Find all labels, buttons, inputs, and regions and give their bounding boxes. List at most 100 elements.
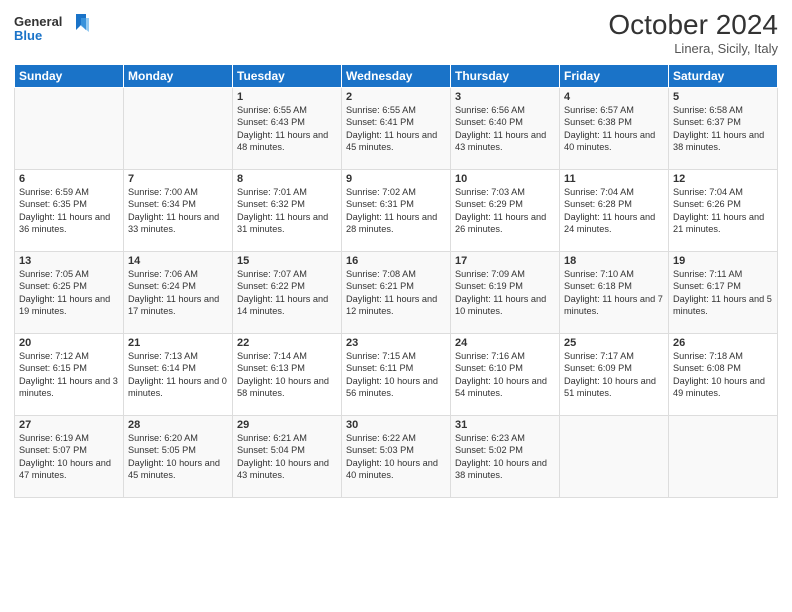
table-row: 30Sunrise: 6:22 AM Sunset: 5:03 PM Dayli… <box>342 415 451 497</box>
col-thursday: Thursday <box>451 64 560 87</box>
table-row: 29Sunrise: 6:21 AM Sunset: 5:04 PM Dayli… <box>233 415 342 497</box>
table-row: 28Sunrise: 6:20 AM Sunset: 5:05 PM Dayli… <box>124 415 233 497</box>
table-row: 9Sunrise: 7:02 AM Sunset: 6:31 PM Daylig… <box>342 169 451 251</box>
col-saturday: Saturday <box>669 64 778 87</box>
day-info: Sunrise: 6:55 AM Sunset: 6:41 PM Dayligh… <box>346 104 446 154</box>
header: General Blue October 2024 Linera, Sicily… <box>14 10 778 56</box>
day-number: 26 <box>673 337 773 349</box>
table-row: 27Sunrise: 6:19 AM Sunset: 5:07 PM Dayli… <box>15 415 124 497</box>
table-row <box>15 87 124 169</box>
day-info: Sunrise: 7:09 AM Sunset: 6:19 PM Dayligh… <box>455 268 555 318</box>
day-info: Sunrise: 7:08 AM Sunset: 6:21 PM Dayligh… <box>346 268 446 318</box>
col-tuesday: Tuesday <box>233 64 342 87</box>
day-number: 27 <box>19 419 119 431</box>
day-info: Sunrise: 7:00 AM Sunset: 6:34 PM Dayligh… <box>128 186 228 236</box>
day-number: 7 <box>128 173 228 185</box>
table-row: 17Sunrise: 7:09 AM Sunset: 6:19 PM Dayli… <box>451 251 560 333</box>
table-row: 20Sunrise: 7:12 AM Sunset: 6:15 PM Dayli… <box>15 333 124 415</box>
day-number: 20 <box>19 337 119 349</box>
day-number: 18 <box>564 255 664 267</box>
calendar-week-row: 13Sunrise: 7:05 AM Sunset: 6:25 PM Dayli… <box>15 251 778 333</box>
day-info: Sunrise: 7:03 AM Sunset: 6:29 PM Dayligh… <box>455 186 555 236</box>
table-row <box>560 415 669 497</box>
svg-text:General: General <box>14 14 62 29</box>
day-info: Sunrise: 7:13 AM Sunset: 6:14 PM Dayligh… <box>128 350 228 400</box>
day-info: Sunrise: 6:56 AM Sunset: 6:40 PM Dayligh… <box>455 104 555 154</box>
day-info: Sunrise: 7:05 AM Sunset: 6:25 PM Dayligh… <box>19 268 119 318</box>
day-info: Sunrise: 7:04 AM Sunset: 6:28 PM Dayligh… <box>564 186 664 236</box>
table-row: 15Sunrise: 7:07 AM Sunset: 6:22 PM Dayli… <box>233 251 342 333</box>
day-info: Sunrise: 6:21 AM Sunset: 5:04 PM Dayligh… <box>237 432 337 482</box>
day-info: Sunrise: 7:16 AM Sunset: 6:10 PM Dayligh… <box>455 350 555 400</box>
calendar-week-row: 27Sunrise: 6:19 AM Sunset: 5:07 PM Dayli… <box>15 415 778 497</box>
table-row: 2Sunrise: 6:55 AM Sunset: 6:41 PM Daylig… <box>342 87 451 169</box>
day-number: 11 <box>564 173 664 185</box>
calendar-week-row: 1Sunrise: 6:55 AM Sunset: 6:43 PM Daylig… <box>15 87 778 169</box>
day-info: Sunrise: 7:14 AM Sunset: 6:13 PM Dayligh… <box>237 350 337 400</box>
day-number: 14 <box>128 255 228 267</box>
table-row: 31Sunrise: 6:23 AM Sunset: 5:02 PM Dayli… <box>451 415 560 497</box>
day-info: Sunrise: 6:57 AM Sunset: 6:38 PM Dayligh… <box>564 104 664 154</box>
table-row: 21Sunrise: 7:13 AM Sunset: 6:14 PM Dayli… <box>124 333 233 415</box>
day-info: Sunrise: 7:15 AM Sunset: 6:11 PM Dayligh… <box>346 350 446 400</box>
day-number: 28 <box>128 419 228 431</box>
table-row: 1Sunrise: 6:55 AM Sunset: 6:43 PM Daylig… <box>233 87 342 169</box>
table-row: 5Sunrise: 6:58 AM Sunset: 6:37 PM Daylig… <box>669 87 778 169</box>
logo: General Blue <box>14 10 94 51</box>
table-row: 8Sunrise: 7:01 AM Sunset: 6:32 PM Daylig… <box>233 169 342 251</box>
day-info: Sunrise: 6:22 AM Sunset: 5:03 PM Dayligh… <box>346 432 446 482</box>
table-row: 23Sunrise: 7:15 AM Sunset: 6:11 PM Dayli… <box>342 333 451 415</box>
table-row: 22Sunrise: 7:14 AM Sunset: 6:13 PM Dayli… <box>233 333 342 415</box>
day-info: Sunrise: 7:07 AM Sunset: 6:22 PM Dayligh… <box>237 268 337 318</box>
table-row: 4Sunrise: 6:57 AM Sunset: 6:38 PM Daylig… <box>560 87 669 169</box>
day-info: Sunrise: 7:02 AM Sunset: 6:31 PM Dayligh… <box>346 186 446 236</box>
col-sunday: Sunday <box>15 64 124 87</box>
day-number: 21 <box>128 337 228 349</box>
day-number: 24 <box>455 337 555 349</box>
col-wednesday: Wednesday <box>342 64 451 87</box>
day-number: 23 <box>346 337 446 349</box>
day-info: Sunrise: 6:23 AM Sunset: 5:02 PM Dayligh… <box>455 432 555 482</box>
table-row: 11Sunrise: 7:04 AM Sunset: 6:28 PM Dayli… <box>560 169 669 251</box>
day-info: Sunrise: 7:04 AM Sunset: 6:26 PM Dayligh… <box>673 186 773 236</box>
day-number: 15 <box>237 255 337 267</box>
day-info: Sunrise: 7:10 AM Sunset: 6:18 PM Dayligh… <box>564 268 664 318</box>
table-row: 13Sunrise: 7:05 AM Sunset: 6:25 PM Dayli… <box>15 251 124 333</box>
day-info: Sunrise: 6:19 AM Sunset: 5:07 PM Dayligh… <box>19 432 119 482</box>
table-row: 25Sunrise: 7:17 AM Sunset: 6:09 PM Dayli… <box>560 333 669 415</box>
table-row <box>124 87 233 169</box>
location-subtitle: Linera, Sicily, Italy <box>608 41 778 56</box>
col-friday: Friday <box>560 64 669 87</box>
logo-text: General Blue <box>14 10 94 51</box>
day-number: 30 <box>346 419 446 431</box>
table-row: 18Sunrise: 7:10 AM Sunset: 6:18 PM Dayli… <box>560 251 669 333</box>
day-number: 22 <box>237 337 337 349</box>
table-row: 10Sunrise: 7:03 AM Sunset: 6:29 PM Dayli… <box>451 169 560 251</box>
day-info: Sunrise: 6:55 AM Sunset: 6:43 PM Dayligh… <box>237 104 337 154</box>
day-number: 5 <box>673 91 773 103</box>
day-number: 31 <box>455 419 555 431</box>
day-number: 10 <box>455 173 555 185</box>
table-row: 14Sunrise: 7:06 AM Sunset: 6:24 PM Dayli… <box>124 251 233 333</box>
day-number: 8 <box>237 173 337 185</box>
day-info: Sunrise: 6:59 AM Sunset: 6:35 PM Dayligh… <box>19 186 119 236</box>
svg-text:Blue: Blue <box>14 28 42 43</box>
day-number: 2 <box>346 91 446 103</box>
day-info: Sunrise: 6:20 AM Sunset: 5:05 PM Dayligh… <box>128 432 228 482</box>
day-info: Sunrise: 7:17 AM Sunset: 6:09 PM Dayligh… <box>564 350 664 400</box>
table-row <box>669 415 778 497</box>
table-row: 12Sunrise: 7:04 AM Sunset: 6:26 PM Dayli… <box>669 169 778 251</box>
calendar-header-row: Sunday Monday Tuesday Wednesday Thursday… <box>15 64 778 87</box>
day-number: 13 <box>19 255 119 267</box>
day-info: Sunrise: 7:06 AM Sunset: 6:24 PM Dayligh… <box>128 268 228 318</box>
day-number: 29 <box>237 419 337 431</box>
month-title: October 2024 <box>608 10 778 41</box>
day-number: 19 <box>673 255 773 267</box>
table-row: 19Sunrise: 7:11 AM Sunset: 6:17 PM Dayli… <box>669 251 778 333</box>
day-number: 25 <box>564 337 664 349</box>
day-number: 9 <box>346 173 446 185</box>
day-number: 12 <box>673 173 773 185</box>
day-number: 16 <box>346 255 446 267</box>
table-row: 16Sunrise: 7:08 AM Sunset: 6:21 PM Dayli… <box>342 251 451 333</box>
day-number: 17 <box>455 255 555 267</box>
